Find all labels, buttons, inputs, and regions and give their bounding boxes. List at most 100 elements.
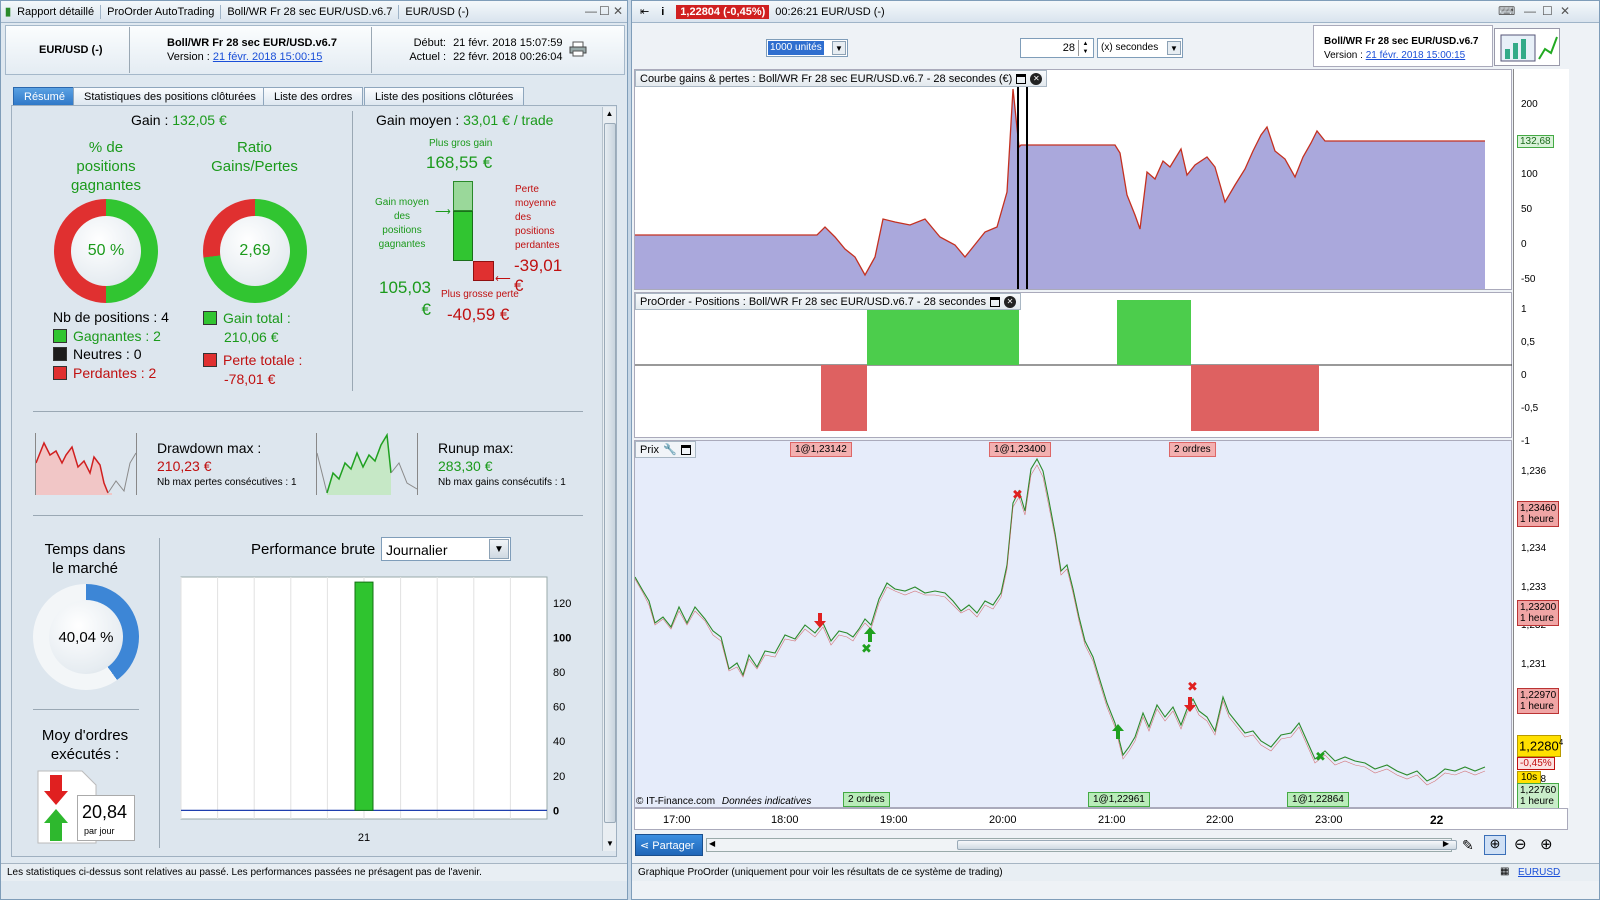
tab-orders[interactable]: Liste des ordres (263, 87, 364, 106)
perte-totale: Perte totale : -78,01 € (203, 351, 302, 389)
positions-window-icon[interactable] (990, 296, 1001, 307)
order-tag-4[interactable]: 2 ordres (843, 792, 890, 807)
right-footer: Graphique ProOrder (uniquement pour voir… (632, 863, 1599, 881)
maximize-icon[interactable]: ☐ (599, 4, 610, 18)
grid-icon[interactable]: ▦ (1500, 866, 1509, 877)
chart-minimize-icon[interactable]: — (1524, 4, 1536, 18)
price-window-icon[interactable] (680, 444, 691, 455)
bar (354, 581, 374, 811)
left-footer-text: Les statistiques ci-dessus sont relative… (7, 867, 482, 878)
x-label-7: 23:00 (1315, 814, 1343, 826)
zoom-in-icon[interactable]: ⊕ (1540, 835, 1553, 853)
buy-arrow-icon (864, 627, 876, 642)
x-label-6: 22:00 (1206, 814, 1234, 826)
period-unit-select[interactable]: (x) secondes ▼ (1097, 38, 1183, 58)
header-system-name: Boll/WR Fr 28 sec EUR/USD.v6.7 (167, 37, 337, 49)
equity-close-icon[interactable]: ✕ (1030, 72, 1043, 85)
legend-perdantes: Perdantes : 2 (53, 365, 156, 381)
tab-stats-closed[interactable]: Statistiques des positions clôturées (73, 87, 267, 106)
max-gain-bar (453, 181, 473, 211)
ratio-donut: 2,69 (203, 199, 307, 303)
loss-swatch (53, 366, 67, 380)
chart-version-link[interactable]: 21 févr. 2018 15:00:15 (1366, 50, 1466, 61)
chart-maximize-icon[interactable]: ☐ (1542, 4, 1553, 18)
order-tag-5[interactable]: 1@1,22961 (1088, 792, 1150, 807)
positions-title: ProOrder - Positions : Boll/WR Fr 28 sec… (640, 295, 987, 308)
close-marker-icon: ✖ (861, 642, 872, 657)
pct-winning-title: % de positions gagnantes (70, 139, 142, 194)
equity-title: Courbe gains & pertes : Boll/WR Fr 28 se… (640, 72, 1013, 85)
equity-yticks: 200 150 100 50 0 -50 (1521, 99, 1538, 285)
chart-scroll-thumb[interactable] (957, 840, 1457, 850)
chart-time-title: 00:26:21 EUR/USD (-) (775, 5, 885, 18)
order-tag-6[interactable]: 1@1,22864 (1287, 792, 1349, 807)
scroll-down-icon[interactable]: ▼ (603, 837, 617, 851)
share-icon: ⋖ (640, 840, 650, 852)
price-chart-svg: ✖ ✖ ✖ ✖ (635, 457, 1486, 786)
performance-chart-svg: 120 100 80 60 40 20 0 21 (180, 576, 571, 844)
moy-ordres-title: Moy d'ordres exécutés : (41, 727, 129, 763)
close-marker-icon-2: ✖ (1315, 750, 1326, 765)
gain-total-swatch (203, 311, 217, 325)
moy-ordres-value: 20,84 (82, 802, 128, 822)
period-stepper-icon[interactable]: ▲ ▼ (1078, 40, 1092, 56)
summary-scrollbar[interactable]: ▲ ▼ (602, 107, 616, 851)
legend-neutres: Neutres : 0 (53, 346, 141, 362)
wrench-icon[interactable]: 🔧 (663, 443, 677, 456)
share-button[interactable]: ⋖ Partager (635, 834, 703, 856)
plus-gros-gain-label: Plus gros gain (429, 138, 493, 149)
zoom-fit-icon[interactable]: ⊕ (1484, 835, 1506, 855)
period-unit-chevron-icon[interactable]: ▼ (1167, 41, 1181, 55)
scroll-up-icon[interactable]: ▲ (603, 107, 616, 121)
positions-close-icon[interactable]: ✕ (1004, 295, 1017, 308)
chart-scrollbar[interactable]: ◀ ▶ (706, 838, 1457, 852)
legend-gagnantes: Gagnantes : 2 (53, 328, 161, 344)
draw-tool-icon[interactable]: ✎ (1462, 837, 1474, 854)
order-tag-3[interactable]: 2 ordres (1169, 442, 1216, 457)
title-item-report[interactable]: Rapport détaillé (11, 6, 100, 18)
moy-ordres-box: 20,84 par jour (77, 795, 135, 841)
scroll-right-icon[interactable]: ▶ (1443, 839, 1449, 848)
order-tag-1[interactable]: 1@1,23142 (790, 442, 852, 457)
printer-icon[interactable] (569, 41, 587, 57)
period-input[interactable]: 28 ▲ ▼ (1020, 38, 1094, 58)
price-panel-header: Prix 🔧 (635, 441, 696, 458)
x-label-2: 18:00 (771, 814, 799, 826)
equity-window-icon[interactable] (1016, 73, 1027, 84)
report-window: ▮ Rapport détaillé ProOrder AutoTrading … (0, 0, 628, 900)
perf-select[interactable]: Journalier ▼ (381, 537, 511, 561)
keyboard-icon[interactable]: ⌨ (1498, 4, 1515, 18)
scroll-left-icon[interactable]: ◀ (709, 839, 715, 848)
tab-resume[interactable]: Résumé (13, 87, 76, 106)
title-item-instrument[interactable]: EUR/USD (-) (399, 6, 475, 18)
short-position-1 (821, 365, 867, 431)
footer-symbol[interactable]: EURUSD (1518, 867, 1560, 878)
title-item-system[interactable]: Boll/WR Fr 28 sec EUR/USD.v6.7 (221, 6, 398, 18)
header-version: Version : 21 févr. 2018 15:00:15 (167, 51, 323, 63)
copyright: © IT-Finance.com Données indicatives (636, 796, 812, 807)
zoom-out-icon[interactable]: ⊖ (1514, 835, 1527, 853)
y-tick-label: 40 (553, 736, 565, 748)
price-box-1: 1,23460 1 heure (1517, 501, 1559, 527)
avg-loss-bar (473, 261, 494, 281)
chart-close-icon[interactable]: ✕ (1560, 4, 1570, 18)
pin-icon[interactable]: ⇤ (640, 5, 649, 18)
y-tick-label: 0 (553, 805, 559, 817)
title-item-autotrading[interactable]: ProOrder AutoTrading (101, 6, 220, 18)
info-icon[interactable]: i (661, 6, 664, 18)
minimize-icon[interactable]: — (585, 4, 597, 18)
positions-yticks: 1 0,5 0 -0,5 -1 (1521, 304, 1539, 447)
units-chevron-icon[interactable]: ▼ (832, 41, 846, 55)
report-chart-icon[interactable] (1494, 28, 1560, 66)
units-select[interactable]: 1000 unités ▼ (766, 39, 848, 57)
version-link[interactable]: 21 févr. 2018 15:00:15 (213, 51, 322, 63)
x-tick-label: 21 (358, 832, 370, 844)
tab-closed-positions[interactable]: Liste des positions clôturées (364, 87, 525, 106)
x-label-8: 22 (1430, 813, 1444, 827)
positions-svg (635, 300, 1512, 431)
close-icon[interactable]: ✕ (613, 4, 623, 18)
order-tag-2[interactable]: 1@1,23400 (989, 442, 1051, 457)
scroll-thumb[interactable] (604, 123, 616, 823)
moy-ordres-unit: par jour (84, 826, 115, 836)
chevron-down-icon[interactable]: ▼ (489, 539, 509, 559)
